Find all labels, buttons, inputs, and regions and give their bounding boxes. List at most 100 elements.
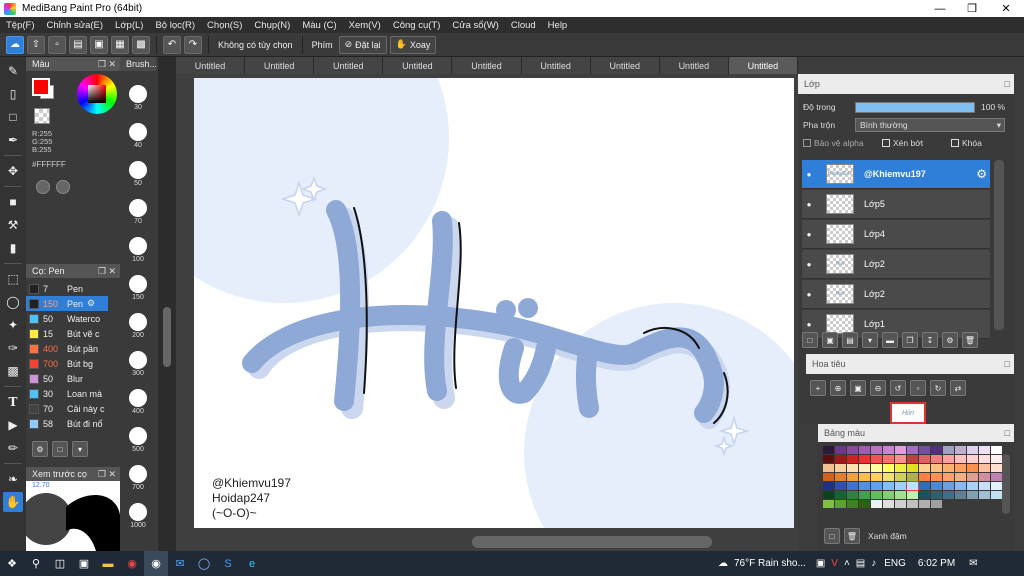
delete-color-icon[interactable]: 🗑 bbox=[844, 528, 860, 544]
palette-swatch[interactable] bbox=[871, 473, 882, 481]
palette-swatch[interactable] bbox=[859, 464, 870, 472]
bucket-tool-icon[interactable]: ⚒ bbox=[3, 215, 23, 235]
palette-swatch[interactable] bbox=[823, 473, 834, 481]
delete-layer-icon[interactable]: 🗑 bbox=[962, 332, 978, 348]
palette-swatch[interactable] bbox=[931, 473, 942, 481]
palette-swatch[interactable] bbox=[979, 464, 990, 472]
chrome-icon[interactable]: ◉ bbox=[120, 551, 144, 576]
canvas-vertical-scroll-thumb[interactable] bbox=[163, 307, 171, 367]
task-view-icon[interactable]: ◫ bbox=[48, 551, 72, 576]
color-wheel[interactable] bbox=[77, 74, 117, 114]
panel-close-icon[interactable]: □ bbox=[1005, 428, 1010, 438]
brush-item[interactable]: 50 Blur bbox=[26, 371, 108, 386]
brush-item[interactable]: 7 Pen bbox=[26, 281, 108, 296]
comment-icon[interactable]: ▫ bbox=[48, 35, 66, 54]
zoom-out-icon[interactable]: ⊖ bbox=[870, 380, 886, 396]
menu-select[interactable]: Chọn(S) bbox=[201, 20, 248, 31]
panel-close-icon[interactable]: □ bbox=[1005, 79, 1010, 89]
document-tab[interactable]: Untitled bbox=[245, 57, 315, 74]
palette-swatch[interactable] bbox=[979, 482, 990, 490]
layer-menu-icon[interactable]: ▾ bbox=[862, 332, 878, 348]
palette-swatch[interactable] bbox=[871, 500, 882, 508]
document-tab[interactable]: Untitled bbox=[452, 57, 522, 74]
brush-item[interactable]: 400 Bút pần bbox=[26, 341, 108, 356]
palette-swatch[interactable] bbox=[931, 491, 942, 499]
palette-swatch[interactable] bbox=[919, 500, 930, 508]
palette-swatch[interactable] bbox=[835, 491, 846, 499]
palette-swatch[interactable] bbox=[871, 455, 882, 463]
palette-swatch[interactable] bbox=[883, 491, 894, 499]
hand-tool-icon[interactable]: ✋ bbox=[3, 492, 23, 512]
tile-icon[interactable]: ▩ bbox=[132, 35, 150, 54]
palette-swatch[interactable] bbox=[907, 464, 918, 472]
clip-checkbox[interactable] bbox=[882, 139, 890, 147]
layer-row[interactable]: ● Hoidap247 @Khiemvu197 ⚙ bbox=[802, 160, 990, 189]
network-icon[interactable]: ▤ bbox=[856, 558, 865, 569]
palette-swatch[interactable] bbox=[919, 482, 930, 490]
store-icon[interactable]: ▣ bbox=[72, 551, 96, 576]
palette-swatch[interactable] bbox=[991, 455, 1002, 463]
panel-close-icon[interactable]: ❐ ✕ bbox=[98, 59, 116, 70]
palette-swatch[interactable] bbox=[847, 473, 858, 481]
palette-swatch[interactable] bbox=[823, 491, 834, 499]
language-indicator[interactable]: ENG bbox=[884, 558, 906, 569]
brush-item[interactable]: 15 Bút vẽ c bbox=[26, 326, 108, 341]
menu-filter[interactable]: Bộ lọc(R) bbox=[149, 20, 201, 31]
palette-swatch[interactable] bbox=[955, 482, 966, 490]
palette-swatch[interactable] bbox=[931, 464, 942, 472]
lock-checkbox[interactable] bbox=[951, 139, 959, 147]
palette-swatch[interactable] bbox=[931, 455, 942, 463]
palette-swatch[interactable] bbox=[823, 482, 834, 490]
palette-swatch[interactable] bbox=[991, 464, 1002, 472]
palette-swatch[interactable] bbox=[943, 446, 954, 454]
palette-swatch[interactable] bbox=[931, 500, 942, 508]
weather-text[interactable]: 76°F Rain sho... bbox=[734, 558, 806, 569]
messenger-icon[interactable]: ◯ bbox=[192, 551, 216, 576]
dropper-tool-icon[interactable]: ❧ bbox=[3, 469, 23, 489]
palette-swatch[interactable] bbox=[906, 481, 919, 491]
canvas-vertical-scrollbar[interactable] bbox=[158, 57, 176, 551]
palette-swatch[interactable] bbox=[871, 482, 882, 490]
palette-swatch[interactable] bbox=[883, 446, 894, 454]
palette-swatch[interactable] bbox=[847, 464, 858, 472]
palette-swatch[interactable] bbox=[919, 464, 930, 472]
document-tab[interactable]: Untitled bbox=[659, 57, 729, 74]
palette-swatch[interactable] bbox=[823, 464, 834, 472]
merge-layer-icon[interactable]: ↧ bbox=[922, 332, 938, 348]
document-tab[interactable]: Untitled bbox=[383, 57, 453, 74]
palette-swatch[interactable] bbox=[859, 473, 870, 481]
close-icon[interactable]: ✕ bbox=[990, 0, 1022, 17]
brush-size-option[interactable]: 30 bbox=[123, 85, 153, 111]
file-explorer-icon[interactable]: ▬ bbox=[96, 551, 120, 576]
select-eraser-icon[interactable]: ▩ bbox=[3, 361, 23, 381]
palette-swatch[interactable] bbox=[835, 455, 846, 463]
palette-swatch[interactable] bbox=[991, 473, 1002, 481]
palette-swatch[interactable] bbox=[991, 491, 1002, 499]
palette-swatch[interactable] bbox=[883, 473, 894, 481]
palette-swatch[interactable] bbox=[835, 473, 846, 481]
minimize-icon[interactable]: — bbox=[924, 0, 956, 17]
fill-rect-tool-icon[interactable]: ■ bbox=[3, 192, 23, 212]
layer-row[interactable]: ● Lớp4 bbox=[802, 220, 990, 249]
document-tab[interactable]: Untitled bbox=[728, 57, 798, 74]
visibility-icon[interactable]: ● bbox=[802, 200, 816, 209]
brush-size-option[interactable]: 40 bbox=[123, 123, 153, 149]
menu-snap[interactable]: Chụp(N) bbox=[248, 20, 296, 31]
grid-icon[interactable]: ▦ bbox=[111, 35, 129, 54]
maximize-icon[interactable]: ❐ bbox=[956, 0, 988, 17]
clock[interactable]: 6:02 PM bbox=[918, 558, 955, 569]
palette-swatch[interactable] bbox=[871, 464, 882, 472]
visibility-icon[interactable]: ● bbox=[802, 230, 816, 239]
palette-swatch[interactable] bbox=[823, 455, 834, 463]
select-pen-icon[interactable]: ✑ bbox=[3, 338, 23, 358]
color-mix-icon[interactable] bbox=[56, 180, 70, 194]
menu-edit[interactable]: Chỉnh sửa(E) bbox=[41, 20, 110, 31]
brush-menu-icon[interactable]: ▾ bbox=[72, 441, 88, 457]
panel-close-icon[interactable]: □ bbox=[1005, 359, 1010, 369]
foreground-color-swatch[interactable] bbox=[32, 78, 50, 96]
menu-layer[interactable]: Lớp(L) bbox=[109, 20, 149, 31]
menu-color[interactable]: Màu (C) bbox=[296, 20, 342, 31]
palette-swatch[interactable] bbox=[979, 455, 990, 463]
palette-swatch[interactable] bbox=[955, 473, 966, 481]
brush-size-option[interactable]: 150 bbox=[123, 275, 153, 301]
